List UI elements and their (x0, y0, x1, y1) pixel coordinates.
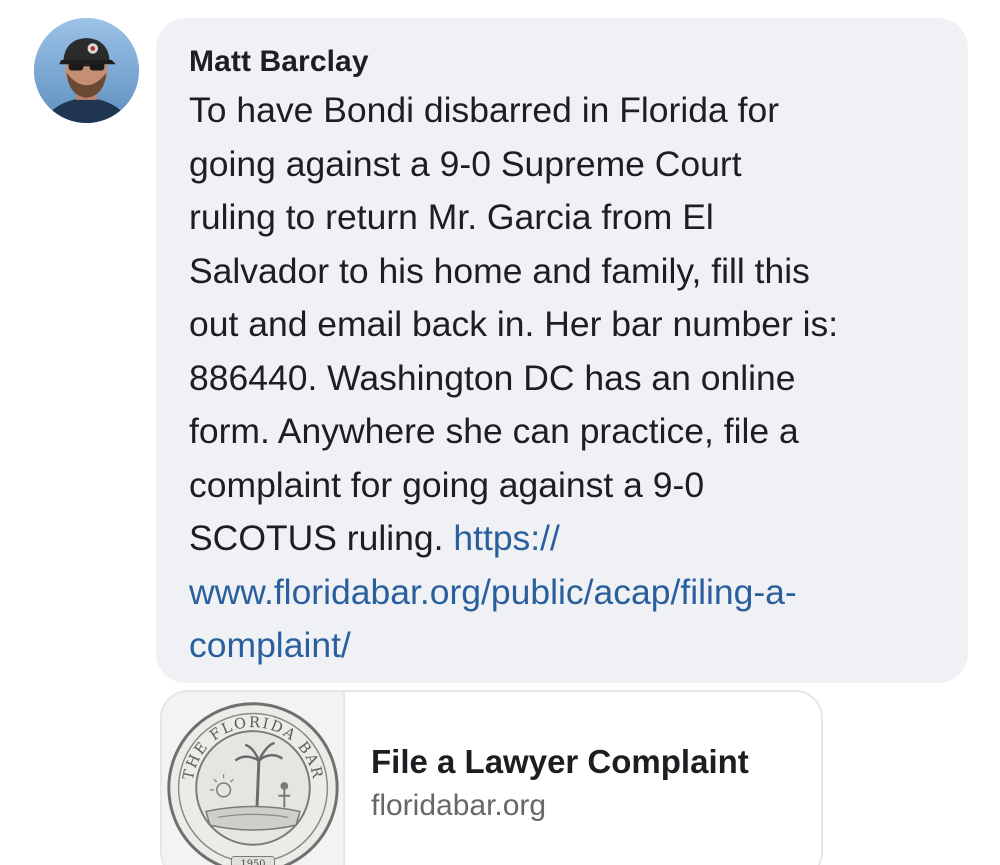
comment-link-part-3[interactable]: complaint/ (189, 625, 351, 665)
comment-bubble: Matt Barclay To have Bondi disbarred in … (156, 18, 968, 683)
comment-link-part-2[interactable]: www.floridabar.org/public/acap/filing-a- (189, 572, 797, 612)
comment-line-3: ruling to return Mr. Garcia from El (189, 197, 714, 237)
comment-author-name[interactable]: Matt Barclay (189, 44, 938, 80)
link-preview-title[interactable]: File a Lawyer Complaint (371, 742, 749, 782)
comment-line-7: form. Anywhere she can practice, file a (189, 411, 799, 451)
comment-link-part-1[interactable]: https:// (453, 518, 560, 558)
comment-body: To have Bondi disbarred in Florida for g… (189, 84, 938, 673)
seal-year: 1950 (241, 859, 266, 865)
profile-photo-icon (34, 18, 139, 123)
comment-line-8: complaint for going against a 9-0 (189, 464, 705, 505)
comment-line-5: out and email back in. Her bar number is… (189, 304, 839, 344)
link-preview-card[interactable]: THE FLORIDA BAR 1950 File a Lawyer Compl… (160, 690, 823, 865)
comment-line-6: 886440. Washington DC has an online (189, 357, 796, 398)
link-preview-text[interactable]: File a Lawyer Complaint floridabar.org (345, 692, 749, 865)
florida-bar-seal-icon: THE FLORIDA BAR 1950 (167, 702, 339, 865)
avatar[interactable] (34, 18, 139, 123)
link-preview-domain: floridabar.org (371, 789, 547, 822)
comment-line-1: To have Bondi disbarred in Florida for (189, 90, 780, 130)
comment-line-2: going against a 9-0 Supreme Court (189, 143, 742, 184)
comment-container: Matt Barclay To have Bondi disbarred in … (0, 0, 1000, 865)
comment-line-4: Salvador to his home and family, fill th… (189, 250, 810, 291)
comment-line-9: SCOTUS ruling. (189, 518, 454, 558)
link-preview-thumbnail[interactable]: THE FLORIDA BAR 1950 (162, 692, 345, 865)
